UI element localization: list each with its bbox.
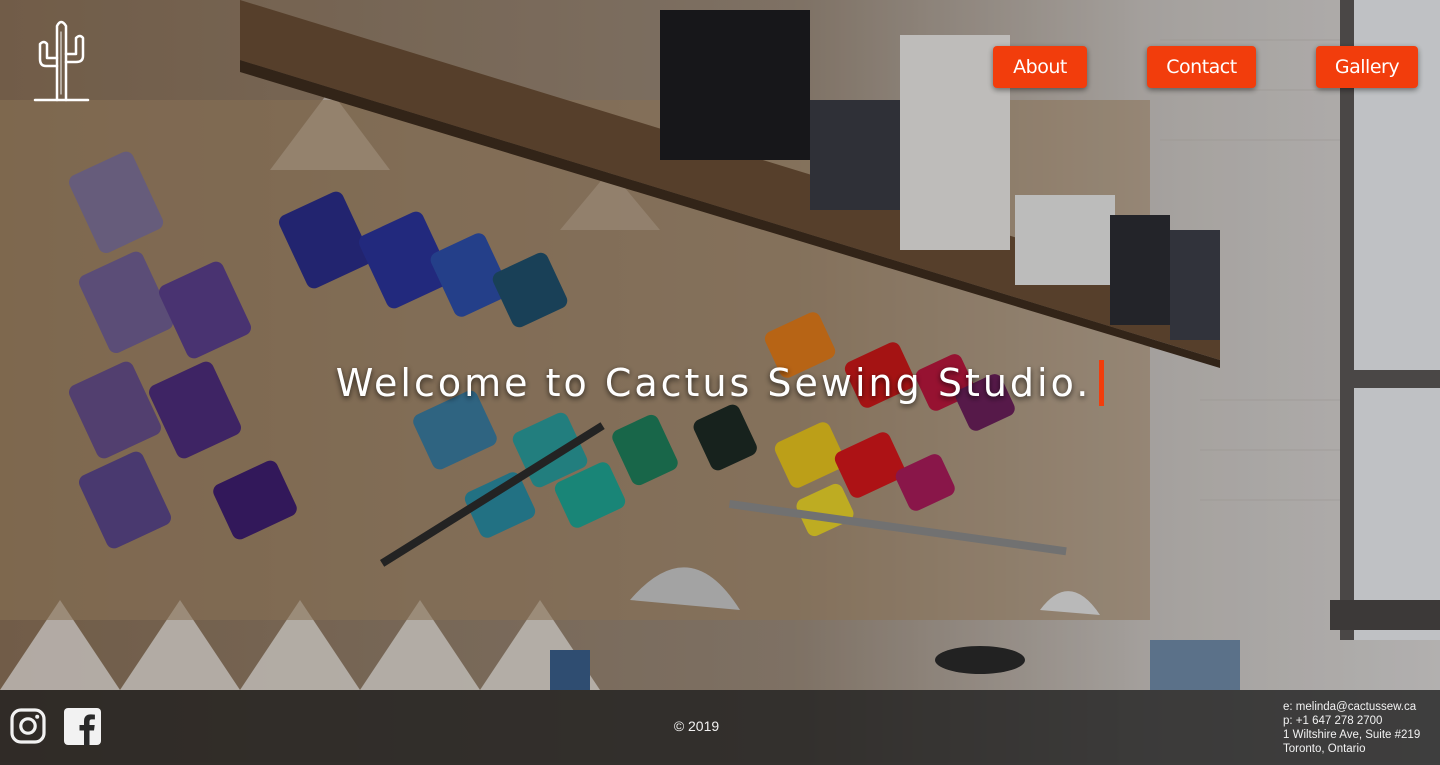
page: About Contact Gallery Welcome to Cactus … <box>0 0 1440 765</box>
footer: © 2019 e: melinda@cactussew.ca p: +1 647… <box>0 690 1440 765</box>
contact-email[interactable]: e: melinda@cactussew.ca <box>1283 700 1435 714</box>
typing-cursor <box>1099 360 1105 406</box>
nav-about-button[interactable]: About <box>993 46 1087 88</box>
nav-gallery-button[interactable]: Gallery <box>1316 46 1418 88</box>
hero-headline: Welcome to Cactus Sewing Studio. <box>335 361 1092 405</box>
contact-address-line2: Toronto, Ontario <box>1283 743 1366 755</box>
main-nav: About Contact Gallery <box>0 46 1440 88</box>
hero-section: Welcome to Cactus Sewing Studio. <box>0 355 1440 411</box>
nav-contact-button[interactable]: Contact <box>1147 46 1256 88</box>
contact-info: e: melinda@cactussew.ca p: +1 647 278 27… <box>1283 700 1435 756</box>
copyright-text: © 2019 <box>673 718 720 734</box>
contact-phone[interactable]: p: +1 647 278 2700 <box>1283 714 1435 728</box>
contact-address-line1: 1 Wiltshire Ave, Suite #219 <box>1283 729 1421 741</box>
